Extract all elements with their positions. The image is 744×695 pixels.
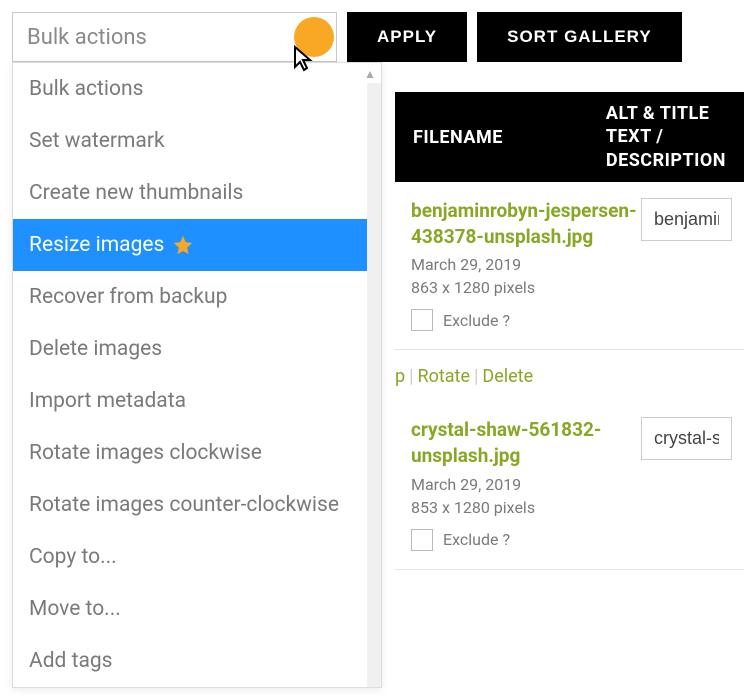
sort-gallery-button[interactable]: SORT GALLERY [477,12,682,62]
table-row: benjaminrobyn-jespersen-438378-unsplash.… [395,182,744,350]
filename-cell: benjaminrobyn-jespersen-438378-unsplash.… [411,198,641,331]
dropdown-item-label: Delete images [29,337,162,361]
exclude-row: Exclude ? [411,529,641,551]
filename-link[interactable]: benjaminrobyn-jespersen-438378-unsplash.… [411,198,641,249]
rotate-link[interactable]: Rotate [418,366,470,387]
select-current[interactable]: Bulk actions [12,12,337,62]
exclude-checkbox[interactable] [411,529,433,551]
dropdown-item-label: Add tags [29,649,113,673]
dropdown-item-label: Import metadata [29,389,186,413]
dropdown-item-label: Create new thumbnails [29,181,243,205]
dropdown-item-label: Rotate images counter-clockwise [29,493,339,517]
table-header: FILENAME ALT & TITLE TEXT / DESCRIPTION [395,92,744,182]
dropdown-item[interactable]: Import metadata [13,375,381,427]
delete-link[interactable]: Delete [482,366,533,387]
dropdown-item-label: Copy to... [29,545,117,569]
dropdown-item-label: Resize images [29,233,164,257]
file-date: March 29, 2019 [411,255,641,274]
alt-cell [641,198,744,331]
dropdown-item[interactable]: Delete images [13,323,381,375]
file-dimensions: 853 x 1280 pixels [411,498,641,517]
filename-cell: crystal-shaw-561832-unsplash.jpg March 29… [411,417,641,550]
dropdown-item[interactable]: Rotate images counter-clockwise [13,479,381,531]
dropdown-item[interactable]: Create new thumbnails [13,167,381,219]
scrollbar[interactable] [367,83,381,687]
row-actions: p|Rotate|Delete [395,350,744,401]
dropdown-item[interactable]: Add tags [13,635,381,687]
dropdown-item-label: Bulk actions [29,77,143,101]
dropdown-item[interactable]: Resize images [13,219,381,271]
scroll-up-icon[interactable]: ▲ [361,65,379,83]
dropdown-item-label: Rotate images clockwise [29,441,262,465]
dropdown-item[interactable]: Rotate images clockwise [13,427,381,479]
bulk-actions-select[interactable]: Bulk actions ▲ Bulk actionsSet watermark… [12,12,337,62]
dropdown-item[interactable]: Recover from backup [13,271,381,323]
dropdown-item-label: Recover from backup [29,285,227,309]
dropdown-item[interactable]: Bulk actions [13,63,381,115]
cursor-icon [292,45,316,79]
file-dimensions: 863 x 1280 pixels [411,278,641,297]
exclude-row: Exclude ? [411,309,641,331]
select-current-label: Bulk actions [27,25,147,50]
alt-input[interactable] [641,417,732,460]
toolbar: Bulk actions ▲ Bulk actionsSet watermark… [0,0,744,62]
star-icon [172,234,194,256]
filename-link[interactable]: crystal-shaw-561832-unsplash.jpg [411,417,641,468]
exclude-checkbox[interactable] [411,309,433,331]
dropdown-item[interactable]: Copy to... [13,531,381,583]
header-alt: ALT & TITLE TEXT / DESCRIPTION [588,102,744,172]
dropdown-item-label: Set watermark [29,129,165,153]
header-filename: FILENAME [395,127,588,148]
dropdown-item-label: Move to... [29,597,121,621]
action-partial: p [395,366,405,387]
alt-cell [641,417,744,550]
table-row: crystal-shaw-561832-unsplash.jpg March 29… [395,401,744,569]
dropdown-item[interactable]: Move to... [13,583,381,635]
apply-button[interactable]: APPLY [347,12,467,62]
file-date: March 29, 2019 [411,475,641,494]
separator: | [409,366,413,387]
exclude-label: Exclude ? [443,311,510,330]
separator: | [474,366,478,387]
dropdown-item[interactable]: Set watermark [13,115,381,167]
main-content: FILENAME ALT & TITLE TEXT / DESCRIPTION … [395,92,744,570]
exclude-label: Exclude ? [443,530,510,549]
bulk-actions-dropdown: ▲ Bulk actions Set watermark Create new th… [12,62,382,688]
alt-input[interactable] [641,198,732,241]
